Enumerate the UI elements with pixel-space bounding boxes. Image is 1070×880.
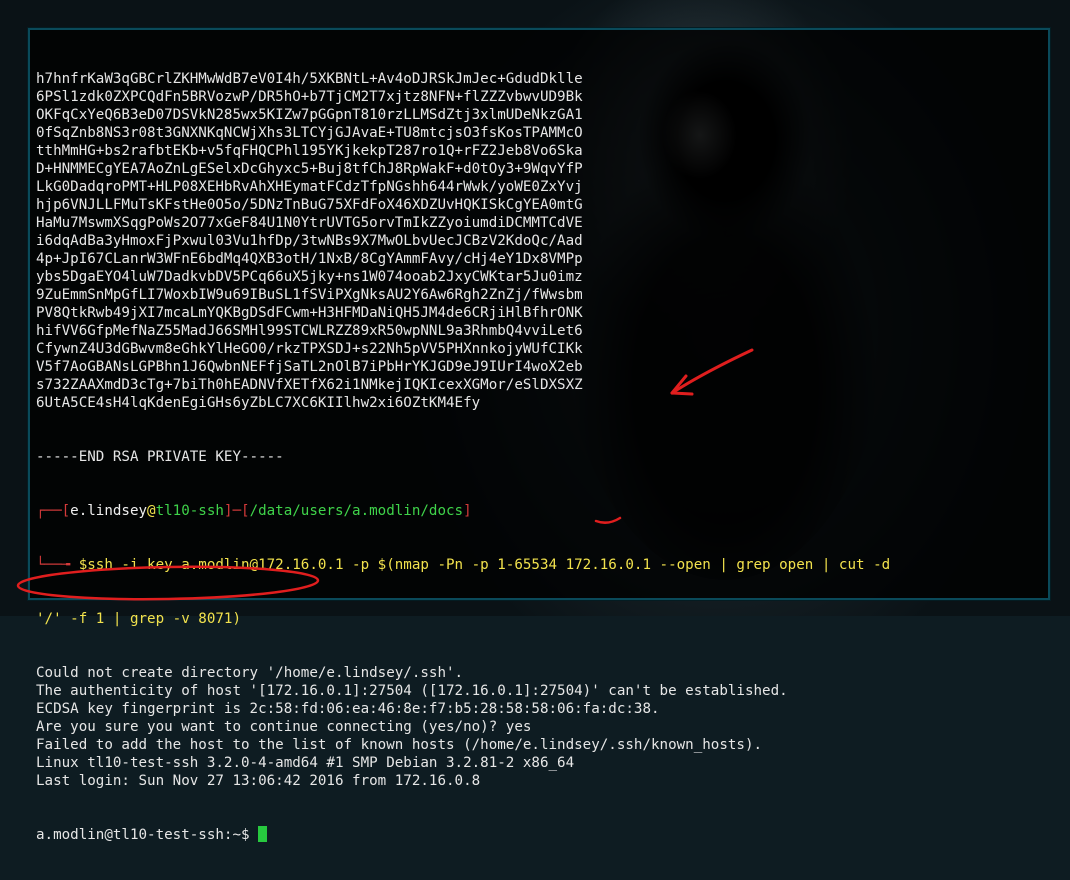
prompt-dollar: $ xyxy=(78,557,88,573)
rsa-key-line: h7hnfrKaW3qGBCrlZKHMwWdB7eV0I4h/5XKBNtL+… xyxy=(36,71,583,87)
prompt-user: e.lindsey xyxy=(70,503,148,519)
ssh-command-continued: '/' -f 1 | grep -v 8071) xyxy=(36,611,241,627)
prompt-separator: ]─[ xyxy=(223,503,250,519)
rsa-key-line: OKFqCxYeQ6B3eD07DSVkN285wx5KIZw7pGGpnT81… xyxy=(36,107,583,123)
prompt-host: tl10-ssh xyxy=(155,503,224,519)
terminal-output: h7hnfrKaW3qGBCrlZKHMwWdB7eV0I4h/5XKBNtL+… xyxy=(36,34,1044,880)
rsa-key-line: 0fSqZnb8NS3r08t3GNXNKqNCWjXhs3LTCYjGJAva… xyxy=(36,125,583,141)
terminal-window[interactable]: h7hnfrKaW3qGBCrlZKHMwWdB7eV0I4h/5XKBNtL+… xyxy=(28,28,1050,843)
rsa-key-line: 9ZuEmmSnMpGfLI7WoxbIW9u69IBuSL1fSViPXgNk… xyxy=(36,287,583,303)
final-prompt-line: a.modlin@tl10-test-ssh:~$ xyxy=(36,826,1044,844)
terminal-cursor[interactable] xyxy=(258,826,268,842)
ssh-output-line: ECDSA key fingerprint is 2c:58:fd:06:ea:… xyxy=(36,701,660,717)
prompt-corner: └──╼ xyxy=(36,557,79,573)
rsa-key-line: HaMu7MswmXSqgPoWs2O77xGeF84U1N0YtrUVTG5o… xyxy=(36,215,583,231)
ssh-output-line: Could not create directory '/home/e.lind… xyxy=(36,665,464,681)
rsa-key-line: D+HNMMECgYEA7AoZnLgESelxDcGhyxc5+Buj8tfC… xyxy=(36,161,583,177)
rsa-key-line: 6PSl1zdk0ZXPCQdFn5BRVozwP/DR5hO+b7TjCM2T… xyxy=(36,89,583,105)
ssh-command: ssh -i key a.modlin@172.16.0.1 -p $(nmap… xyxy=(87,557,891,573)
rsa-key-line: 4p+JpI67CLanrW3WFnE6bdMq4QXB3otH/1NxB/8C… xyxy=(36,251,583,267)
rsa-key-line: tthMmHG+bs2rafbtEKb+v5fqFHQCPhl195YKjkek… xyxy=(36,143,583,159)
end-rsa-marker: -----END RSA PRIVATE KEY----- xyxy=(36,449,284,465)
final-prompt: a.modlin@tl10-test-ssh:~$ xyxy=(36,827,259,843)
ssh-output-line: Last login: Sun Nov 27 13:06:42 2016 fro… xyxy=(36,773,481,789)
rsa-key-line: hifVV6GfpMefNaZ55MadJ66SMHl99STCWLRZZ89x… xyxy=(36,323,583,339)
rsa-key-block: h7hnfrKaW3qGBCrlZKHMwWdB7eV0I4h/5XKBNtL+… xyxy=(36,70,1044,412)
rsa-key-line: LkG0DadqroPMT+HLP08XEHbRvAhXHEymatFCdzTf… xyxy=(36,179,583,195)
rsa-key-line: V5f7AoGBANsLGPBhn1J6QwbnNEFfjSaTL2nOlB7i… xyxy=(36,359,583,375)
rsa-key-line: hjp6VNJLLFMuTsKFstHe0O5o/5DNzTnBuG75XFdF… xyxy=(36,197,583,213)
command-line: └──╼ $ssh -i key a.modlin@172.16.0.1 -p … xyxy=(36,556,1044,574)
ssh-output-line: The authenticity of host '[172.16.0.1]:2… xyxy=(36,683,788,699)
rsa-key-line: s732ZAAXmdD3cTg+7biTh0hEADNVfXETfX62i1NM… xyxy=(36,377,583,393)
rsa-key-line: 6UtA5CE4sH4lqKdenEgiGHs6yZbLC7XC6KIIlhw2… xyxy=(36,395,481,411)
shell-prompt-line: ┌──[e.lindsey@tl10-ssh]─[/data/users/a.m… xyxy=(36,502,1044,520)
prompt-at: @ xyxy=(147,503,156,519)
ssh-output-line: Failed to add the host to the list of kn… xyxy=(36,737,763,753)
prompt-open-bracket: ┌──[ xyxy=(36,503,71,519)
ssh-output-block: Could not create directory '/home/e.lind… xyxy=(36,664,1044,790)
prompt-path: /data/users/a.modlin/docs xyxy=(249,503,464,519)
rsa-key-line: PV8QtkRwb49jXI7mcaLmYQKBgDSdFCwm+H3HFMDa… xyxy=(36,305,583,321)
prompt-close-bracket: ] xyxy=(463,503,472,519)
rsa-key-line: ybs5DgaEYO4luW7DadkvbDV5PCq66uX5jky+ns1W… xyxy=(36,269,583,285)
rsa-key-line: i6dqAdBa3yHmoxFjPxwul03Vu1hfDp/3twNBs9X7… xyxy=(36,233,583,249)
rsa-key-line: CfywnZ4U3dGBwvm8eGhkYlHeGO0/rkzTPXSDJ+s2… xyxy=(36,341,583,357)
ssh-output-line: Linux tl10-test-ssh 3.2.0-4-amd64 #1 SMP… xyxy=(36,755,575,771)
ssh-output-line: Are you sure you want to continue connec… xyxy=(36,719,532,735)
